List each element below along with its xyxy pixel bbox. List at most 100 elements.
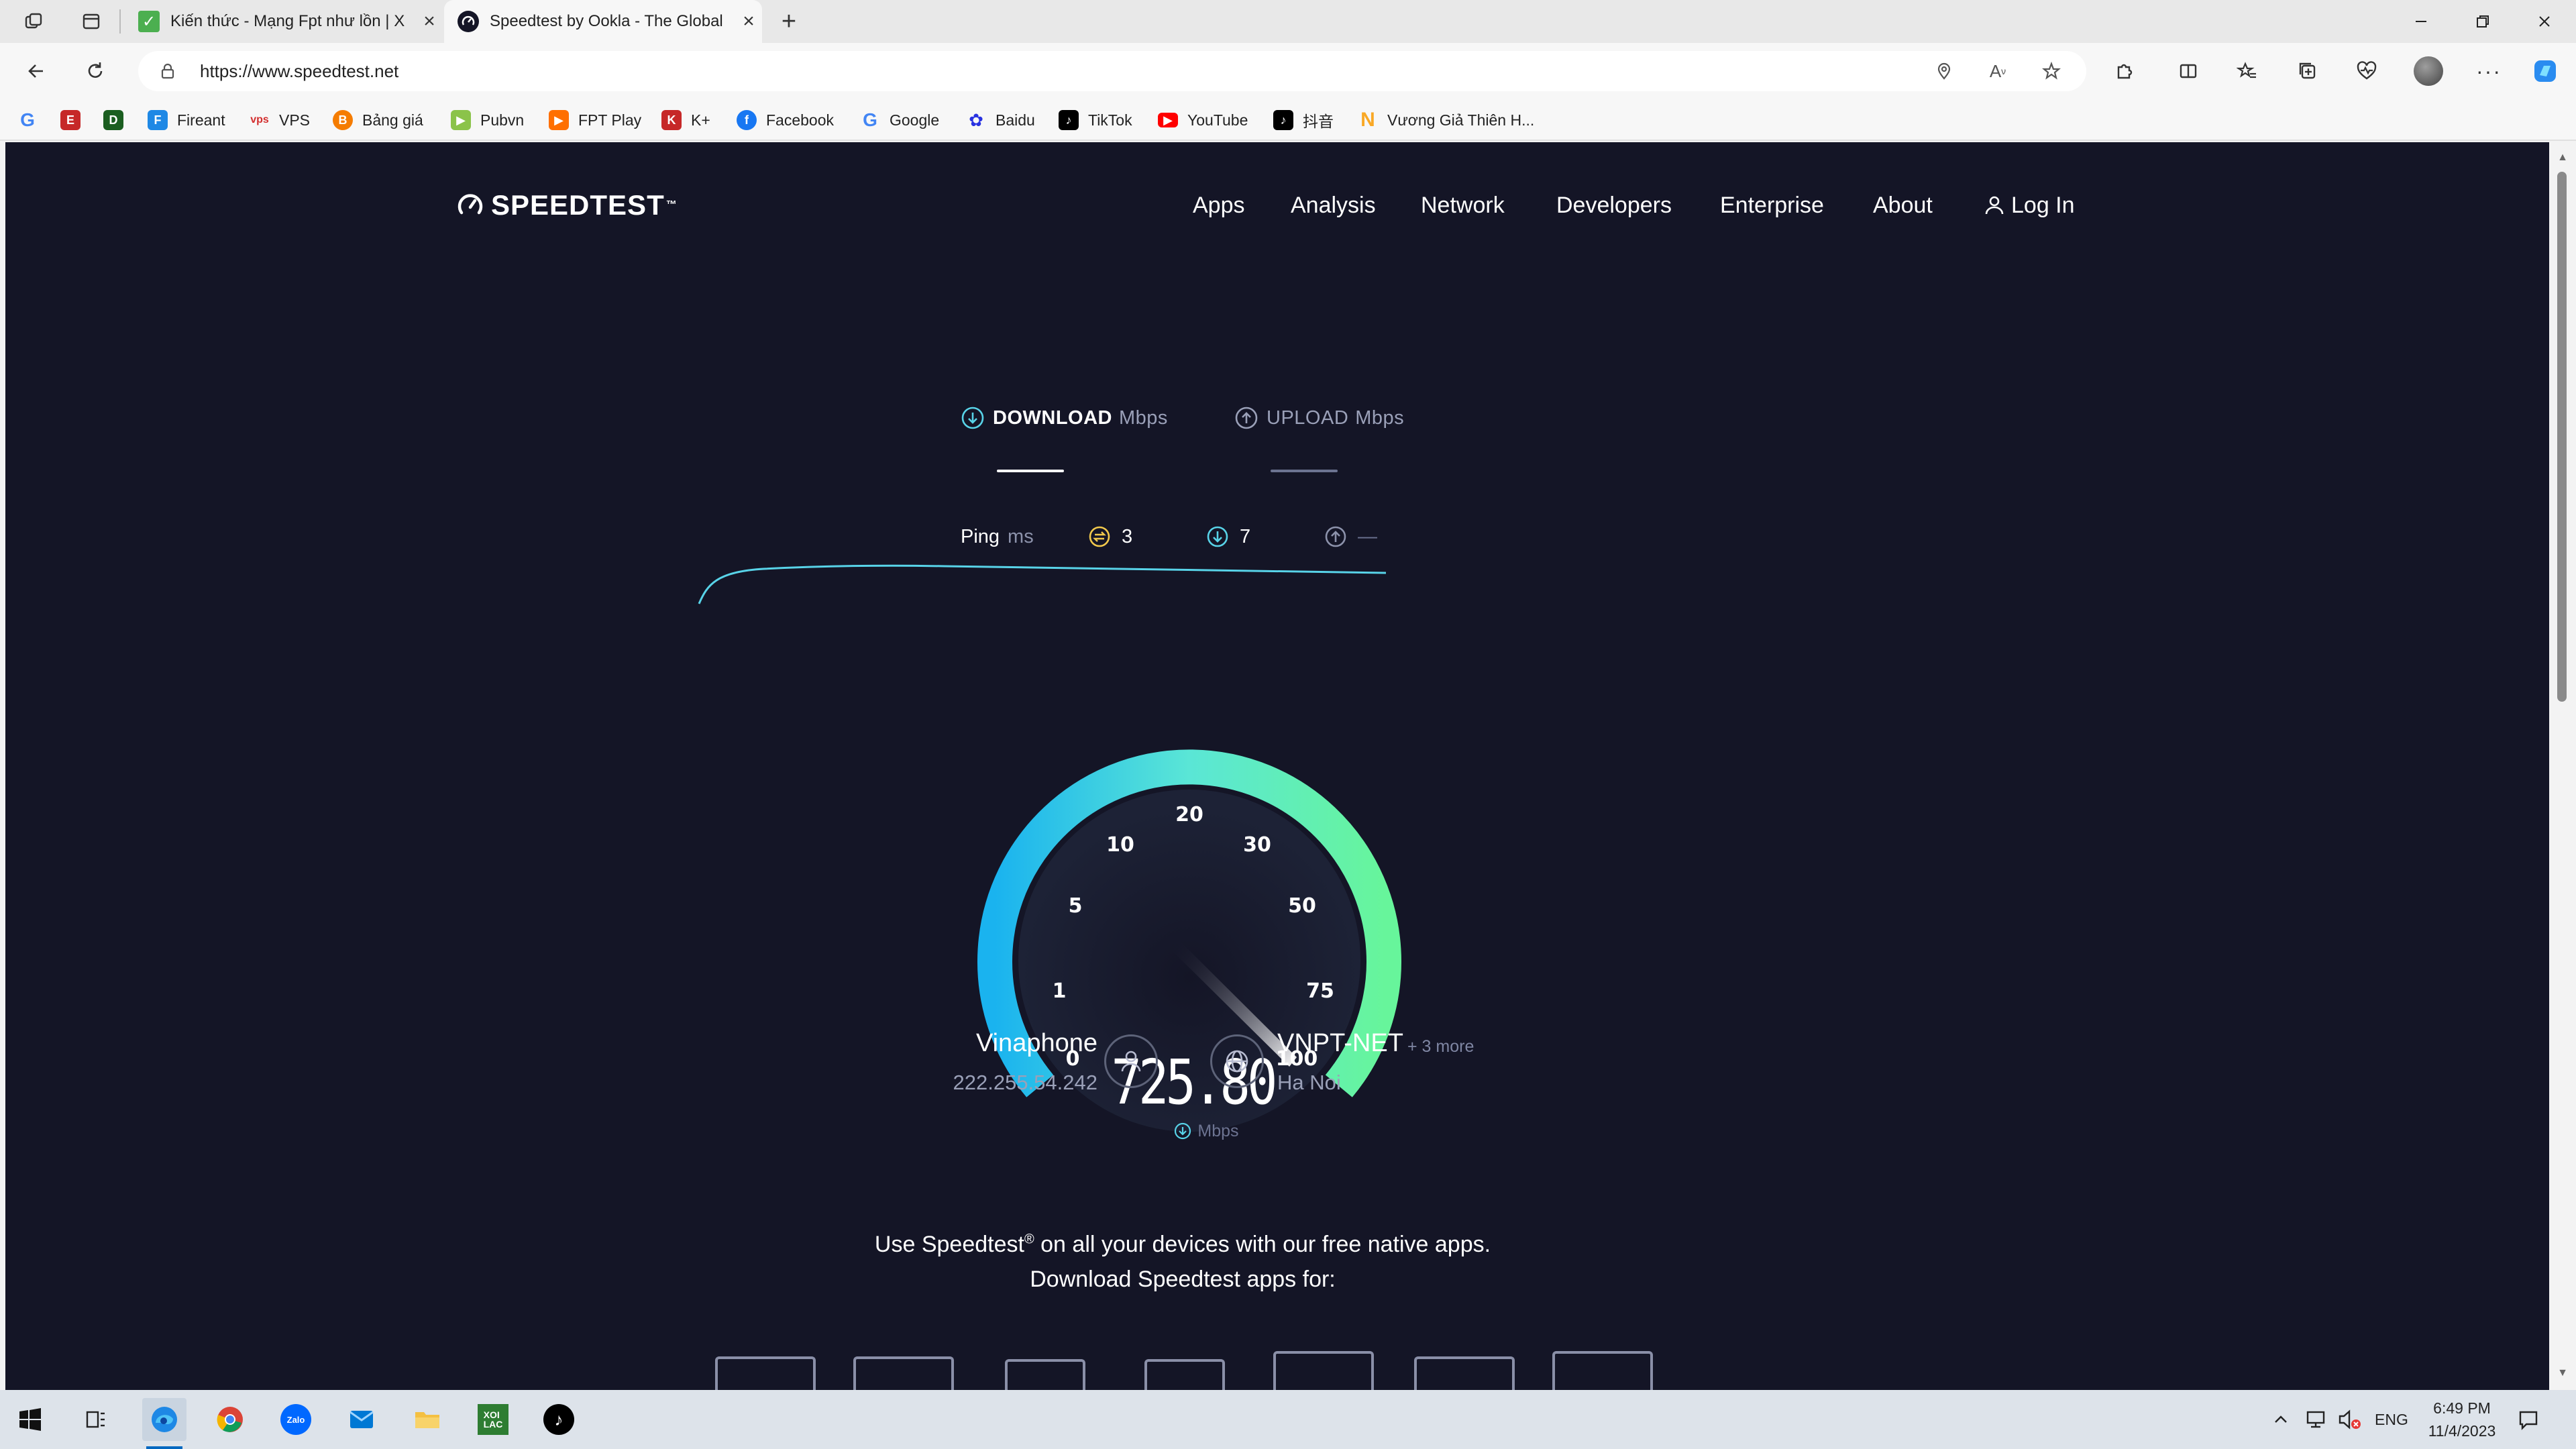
close-tab-icon[interactable]: × (416, 8, 443, 35)
kplus-icon: K (661, 110, 682, 130)
bookmark-douyin[interactable]: ♪ 抖音 (1273, 107, 1334, 133)
active-indicator (146, 1446, 182, 1449)
url-text[interactable]: https://www.speedtest.net (200, 61, 398, 82)
baidu-icon: ✿ (969, 109, 983, 130)
page-scrollbar[interactable]: ▲ ▼ (2549, 142, 2576, 1390)
scroll-down-icon[interactable]: ▼ (2556, 1367, 2569, 1381)
bookmark-baidu[interactable]: ✿ Baidu (966, 107, 1035, 133)
copilot-icon[interactable] (2525, 51, 2565, 91)
mac-app-icon[interactable] (1144, 1359, 1225, 1390)
douyin-icon: ♪ (1273, 110, 1293, 130)
bookmark-facebook[interactable]: f Facebook (737, 107, 834, 133)
notification-button[interactable] (2517, 1390, 2540, 1449)
bookmark-fpt-play[interactable]: ▶ FPT Play (549, 107, 641, 133)
xoilac-taskbar-icon[interactable]: XOI LAC (471, 1398, 515, 1441)
tiktok-icon: ♪ (1059, 110, 1079, 130)
bookmark-youtube[interactable]: ▶ YouTube (1158, 107, 1248, 133)
location-icon[interactable] (1931, 58, 1957, 85)
promo-line-1-start: Use Speedtest (874, 1232, 1024, 1257)
cli-app-icon[interactable] (1552, 1351, 1653, 1390)
vps-icon: vps (250, 114, 269, 125)
language-indicator[interactable]: ENG (2375, 1390, 2408, 1449)
google-icon: G (20, 109, 35, 130)
task-view-icon (86, 1411, 105, 1428)
user-icon (1121, 1051, 1141, 1072)
volume-tray-button[interactable] (2337, 1390, 2361, 1449)
back-button[interactable] (16, 51, 56, 91)
bookmark-label: Facebook (766, 111, 835, 129)
tab-kien-thuc[interactable]: ✓ Kiến thức - Mạng Fpt như lồn | X × (125, 0, 443, 43)
refresh-button[interactable] (75, 51, 115, 91)
server-globe-button[interactable] (1210, 1034, 1264, 1088)
isp-user-button[interactable] (1104, 1034, 1158, 1088)
bookmark-d[interactable]: D (103, 107, 123, 133)
bookmark-tiktok[interactable]: ♪ TikTok (1059, 107, 1132, 133)
start-button[interactable] (8, 1398, 52, 1441)
split-screen-icon[interactable] (2168, 51, 2208, 91)
zalo-taskbar-icon[interactable]: Zalo (274, 1398, 318, 1441)
clock-date: 11/4/2023 (2428, 1422, 2496, 1440)
android-app-icon[interactable] (715, 1356, 816, 1390)
tiktok-taskbar-icon[interactable]: ♪ (537, 1398, 581, 1441)
ios-app-icon[interactable] (853, 1356, 954, 1390)
tab-actions-icon[interactable] (78, 8, 105, 35)
clock-time: 6:49 PM (2433, 1399, 2491, 1417)
clock[interactable]: 6:49 PM 11/4/2023 (2420, 1390, 2504, 1449)
network-tray-button[interactable] (2305, 1390, 2328, 1449)
bookmark-label: Pubvn (480, 111, 525, 129)
bookmark-bang-gia[interactable]: B Bảng giá (333, 107, 423, 133)
lock-icon[interactable] (154, 58, 181, 85)
collections-icon[interactable] (2288, 51, 2328, 91)
bookmark-google[interactable]: G (17, 107, 38, 133)
browser-essentials-icon[interactable] (2347, 51, 2387, 91)
address-bar[interactable]: https://www.speedtest.net Aν (138, 51, 2086, 91)
close-tab-icon[interactable]: × (735, 8, 762, 35)
bookmark-fireant[interactable]: F Fireant (148, 107, 225, 133)
outlook-taskbar-icon[interactable] (339, 1398, 384, 1441)
vuong-gia-icon: N (1360, 109, 1375, 131)
bookmark-vuong-gia[interactable]: N Vương Giả Thiên H... (1358, 107, 1534, 133)
gauge-tick: 1 (1053, 979, 1067, 1003)
show-hidden-icons[interactable] (2271, 1390, 2290, 1449)
scroll-up-icon[interactable]: ▲ (2556, 152, 2569, 165)
bookmark-google-2[interactable]: G Google (860, 107, 939, 133)
server-location: Ha Noi (1277, 1071, 1341, 1094)
bookmark-pubvn[interactable]: ▶ Pubvn (451, 107, 524, 133)
workspaces-icon[interactable] (20, 8, 47, 35)
appletv-app-icon[interactable] (1414, 1356, 1515, 1390)
bookmark-label: FPT Play (578, 111, 642, 129)
fpt-play-icon: ▶ (549, 110, 569, 130)
server-more-link[interactable]: + 3 more (1407, 1037, 1474, 1057)
bookmark-vps[interactable]: vps VPS (250, 107, 310, 133)
server-name[interactable]: VNPT-NET (1277, 1029, 1403, 1058)
youtube-icon: ▶ (1158, 113, 1178, 127)
task-view-button[interactable] (74, 1398, 118, 1441)
extensions-icon[interactable] (2104, 51, 2144, 91)
gauge-tick: 75 (1306, 979, 1334, 1003)
bookmark-label: VPS (279, 111, 311, 129)
new-tab-button[interactable]: + (775, 7, 802, 36)
globe-icon (1226, 1050, 1248, 1073)
favorites-icon[interactable] (2227, 51, 2267, 91)
close-window-icon[interactable] (2514, 0, 2575, 43)
read-aloud-icon[interactable]: Aν (1984, 58, 2011, 85)
tab-strip: ✓ Kiến thức - Mạng Fpt như lồn | X × Spe… (0, 0, 2576, 43)
chrome-taskbar-icon[interactable] (208, 1398, 252, 1441)
favorite-star-icon[interactable] (2038, 58, 2065, 85)
tab-title: Kiến thức - Mạng Fpt như lồn | X (170, 12, 405, 30)
windows-app-icon[interactable] (1005, 1359, 1085, 1390)
more-menu-icon[interactable]: ··· (2469, 51, 2509, 91)
chrome-app-icon[interactable] (1273, 1351, 1374, 1390)
profile-avatar[interactable] (2408, 51, 2449, 91)
restore-icon[interactable] (2453, 0, 2513, 43)
scrollbar-thumb[interactable] (2557, 172, 2567, 702)
bookmark-red[interactable]: E (60, 107, 80, 133)
bookmark-label: Fireant (177, 111, 225, 129)
bookmark-label: YouTube (1187, 111, 1248, 129)
edge-taskbar-icon[interactable] (142, 1398, 186, 1441)
tab-speedtest[interactable]: Speedtest by Ookla - The Global × (444, 0, 762, 43)
tab-title: Speedtest by Ookla - The Global (490, 12, 723, 30)
file-explorer-taskbar-icon[interactable] (405, 1398, 449, 1441)
minimize-icon[interactable] (2391, 0, 2451, 43)
bookmark-kplus[interactable]: K K+ (661, 107, 710, 133)
